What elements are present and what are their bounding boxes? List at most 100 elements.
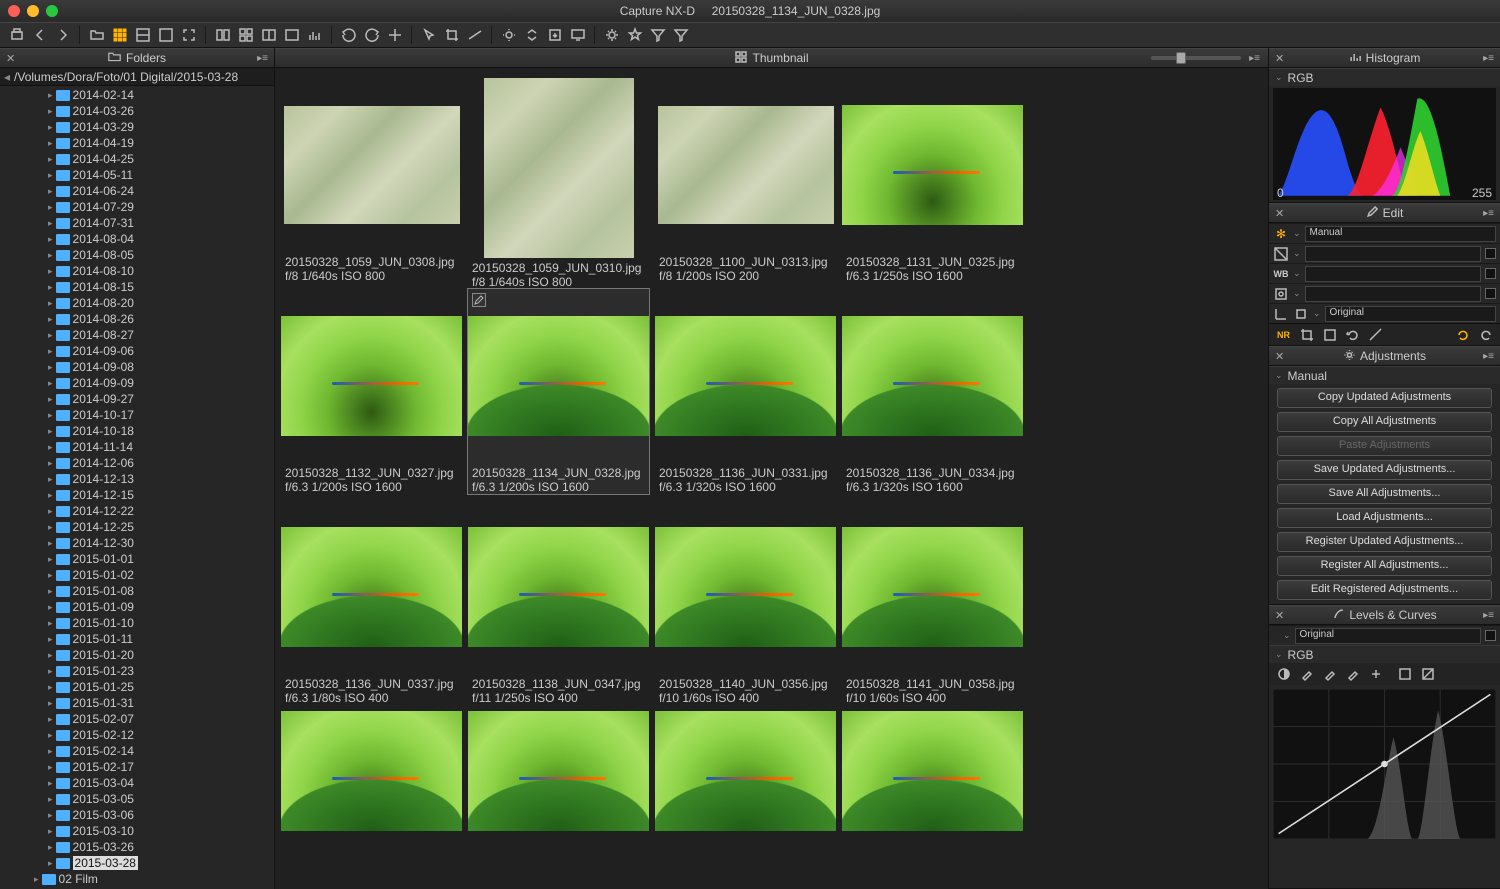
redo-icon[interactable] — [1477, 326, 1494, 343]
edit-mode-dropdown[interactable]: Manual — [1305, 226, 1496, 242]
pc-dropdown[interactable] — [1305, 286, 1481, 302]
picture-control-row[interactable]: ⌄ — [1269, 283, 1500, 303]
thumbnail-item[interactable]: 20150328_1141_JUN_0358.jpgf/10 1/60s ISO… — [842, 500, 1023, 705]
rotate-ccw-icon[interactable] — [340, 27, 357, 44]
thumbnail-view-icon[interactable] — [111, 27, 128, 44]
close-panel-icon[interactable]: ✕ — [1275, 207, 1284, 220]
thumbnail-item[interactable] — [468, 711, 649, 821]
image-view-icon[interactable] — [157, 27, 174, 44]
folder-tree-item[interactable]: ▸2015-03-28 — [0, 855, 274, 871]
folder-tree-item[interactable]: ▸2014-06-24 — [0, 183, 274, 199]
breadcrumb[interactable]: ◂ /Volumes/Dora/Foto/01 Digital/2015-03-… — [0, 68, 274, 86]
thumbnail-item[interactable] — [842, 711, 1023, 821]
adjustments-mode-row[interactable]: ⌄ Manual — [1269, 366, 1500, 384]
folder-tree-item[interactable]: ▸2014-04-19 — [0, 135, 274, 151]
curves-channel-row[interactable]: ⌄ RGB — [1269, 645, 1500, 663]
folder-tree-item[interactable]: ▸2014-03-26 — [0, 103, 274, 119]
folder-tree-item[interactable]: ▸2015-01-09 — [0, 599, 274, 615]
list-view-icon[interactable] — [134, 27, 151, 44]
thumbnail-item[interactable]: 20150328_1136_JUN_0334.jpgf/6.3 1/320s I… — [842, 289, 1023, 494]
revert-icon[interactable] — [1344, 326, 1361, 343]
thumbnail-item[interactable]: 20150328_1059_JUN_0308.jpgf/8 1/640s ISO… — [281, 78, 462, 283]
adjustment-action-button[interactable]: Copy All Adjustments — [1277, 412, 1492, 432]
thumbnail-grid[interactable]: 20150328_1059_JUN_0308.jpgf/8 1/640s ISO… — [275, 68, 1268, 889]
thumbnail-item[interactable] — [281, 711, 462, 821]
close-window-button[interactable] — [8, 5, 20, 17]
panel-menu-icon[interactable]: ▸≡ — [1483, 53, 1494, 64]
thumbnail-item[interactable]: 20150328_1138_JUN_0347.jpgf/11 1/250s IS… — [468, 500, 649, 705]
folder-tree-item[interactable]: ▸2015-02-14 — [0, 743, 274, 759]
convert-icon[interactable] — [523, 27, 540, 44]
folder-tree-item[interactable]: ▸2015-01-01 — [0, 551, 274, 567]
fullscreen-icon[interactable] — [180, 27, 197, 44]
folder-tree-item[interactable]: ▸2014-09-27 — [0, 391, 274, 407]
folder-tree-item[interactable]: ▸2015-01-20 — [0, 647, 274, 663]
folder-tree-item[interactable]: ▸2014-08-15 — [0, 279, 274, 295]
folder-tree-item[interactable]: ▸2015-01-25 — [0, 679, 274, 695]
folder-tree-item[interactable]: ▸2014-09-09 — [0, 375, 274, 391]
folder-tree-item[interactable]: ▸2014-12-30 — [0, 535, 274, 551]
fit-icon[interactable] — [386, 27, 403, 44]
folder-tree-item[interactable]: ▸2014-08-27 — [0, 327, 274, 343]
thumbnail-size-slider[interactable] — [1151, 56, 1241, 60]
folder-tree-item[interactable]: ▸02 Film — [0, 871, 274, 887]
folder-tree-item[interactable]: ▸2015-03-10 — [0, 823, 274, 839]
thumbnail-item[interactable]: 20150328_1136_JUN_0337.jpgf/6.3 1/80s IS… — [281, 500, 462, 705]
rotate-cw-icon[interactable] — [363, 27, 380, 44]
monitor-icon[interactable] — [569, 27, 586, 44]
nr-icon[interactable]: NR — [1275, 326, 1292, 343]
compare-4-icon[interactable] — [260, 27, 277, 44]
thumbnail-item[interactable]: 20150328_1131_JUN_0325.jpgf/6.3 1/250s I… — [842, 78, 1023, 283]
wb-row[interactable]: WB ⌄ — [1269, 263, 1500, 283]
maximize-window-button[interactable] — [46, 5, 58, 17]
compare-icon[interactable] — [214, 27, 231, 44]
preview-icon[interactable] — [283, 27, 300, 44]
thumbnail-item[interactable]: 20150328_1140_JUN_0356.jpgf/10 1/60s ISO… — [655, 500, 836, 705]
open-folder-icon[interactable] — [88, 27, 105, 44]
levels-tool-icon[interactable] — [1367, 326, 1384, 343]
curves-checkbox[interactable] — [1485, 630, 1496, 641]
exposure-comp-row[interactable]: ⌄ — [1269, 243, 1500, 263]
tone-row[interactable]: ⌄ Original — [1269, 303, 1500, 323]
curves-preset-dropdown[interactable]: Original — [1295, 628, 1481, 644]
thumbnail-item[interactable] — [655, 711, 836, 821]
folder-tree-item[interactable]: ▸2014-12-06 — [0, 455, 274, 471]
folder-tree-item[interactable]: ▸2014-03-29 — [0, 119, 274, 135]
folder-tree-item[interactable]: ▸2015-03-04 — [0, 775, 274, 791]
curves-preset-row[interactable]: ⌄ Original — [1269, 625, 1500, 645]
thumbnail-item[interactable]: 20150328_1059_JUN_0310.jpgf/8 1/640s ISO… — [468, 78, 649, 283]
white-eyedropper-icon[interactable] — [1344, 666, 1361, 683]
auto-levels-icon[interactable] — [1396, 666, 1413, 683]
edit-manual-row[interactable]: ✻ ⌄ Manual — [1269, 223, 1500, 243]
reset-curves-icon[interactable] — [1419, 666, 1436, 683]
tone-dropdown[interactable]: Original — [1325, 306, 1496, 322]
folder-tree-item[interactable]: ▸2014-09-06 — [0, 343, 274, 359]
folder-tree-item[interactable]: ▸2014-12-22 — [0, 503, 274, 519]
folder-tree-item[interactable]: ▸2015-01-02 — [0, 567, 274, 583]
adjustment-action-button[interactable]: Copy Updated Adjustments — [1277, 388, 1492, 408]
crop-icon[interactable] — [443, 27, 460, 44]
print-icon[interactable] — [8, 27, 25, 44]
crop-tool-icon[interactable] — [1298, 326, 1315, 343]
pointer-icon[interactable] — [420, 27, 437, 44]
folder-tree-item[interactable]: ▸2014-08-04 — [0, 231, 274, 247]
panel-menu-icon[interactable]: ▸≡ — [1249, 53, 1260, 64]
straighten-icon[interactable] — [466, 27, 483, 44]
compare-2-icon[interactable] — [237, 27, 254, 44]
adjustment-action-button[interactable]: Load Adjustments... — [1277, 508, 1492, 528]
filter-clear-icon[interactable] — [672, 27, 689, 44]
thumbnail-item[interactable]: 20150328_1132_JUN_0327.jpgf/6.3 1/200s I… — [281, 289, 462, 494]
folder-tree-item[interactable]: ▸2014-11-14 — [0, 439, 274, 455]
curves-graph[interactable] — [1273, 689, 1496, 839]
close-panel-icon[interactable]: ✕ — [6, 52, 15, 65]
close-panel-icon[interactable]: ✕ — [1275, 350, 1284, 363]
folder-tree-item[interactable]: ▸2014-08-26 — [0, 311, 274, 327]
thumbnail-item[interactable]: 20150328_1136_JUN_0331.jpgf/6.3 1/320s I… — [655, 289, 836, 494]
wb-dropdown[interactable] — [1305, 266, 1481, 282]
folder-tree-item[interactable]: ▸2015-01-31 — [0, 695, 274, 711]
gray-eyedropper-icon[interactable] — [1321, 666, 1338, 683]
close-panel-icon[interactable]: ✕ — [1275, 52, 1284, 65]
folder-tree-item[interactable]: ▸2015-01-23 — [0, 663, 274, 679]
folder-tree-item[interactable]: ▸2015-03-06 — [0, 807, 274, 823]
wb-checkbox[interactable] — [1485, 268, 1496, 279]
